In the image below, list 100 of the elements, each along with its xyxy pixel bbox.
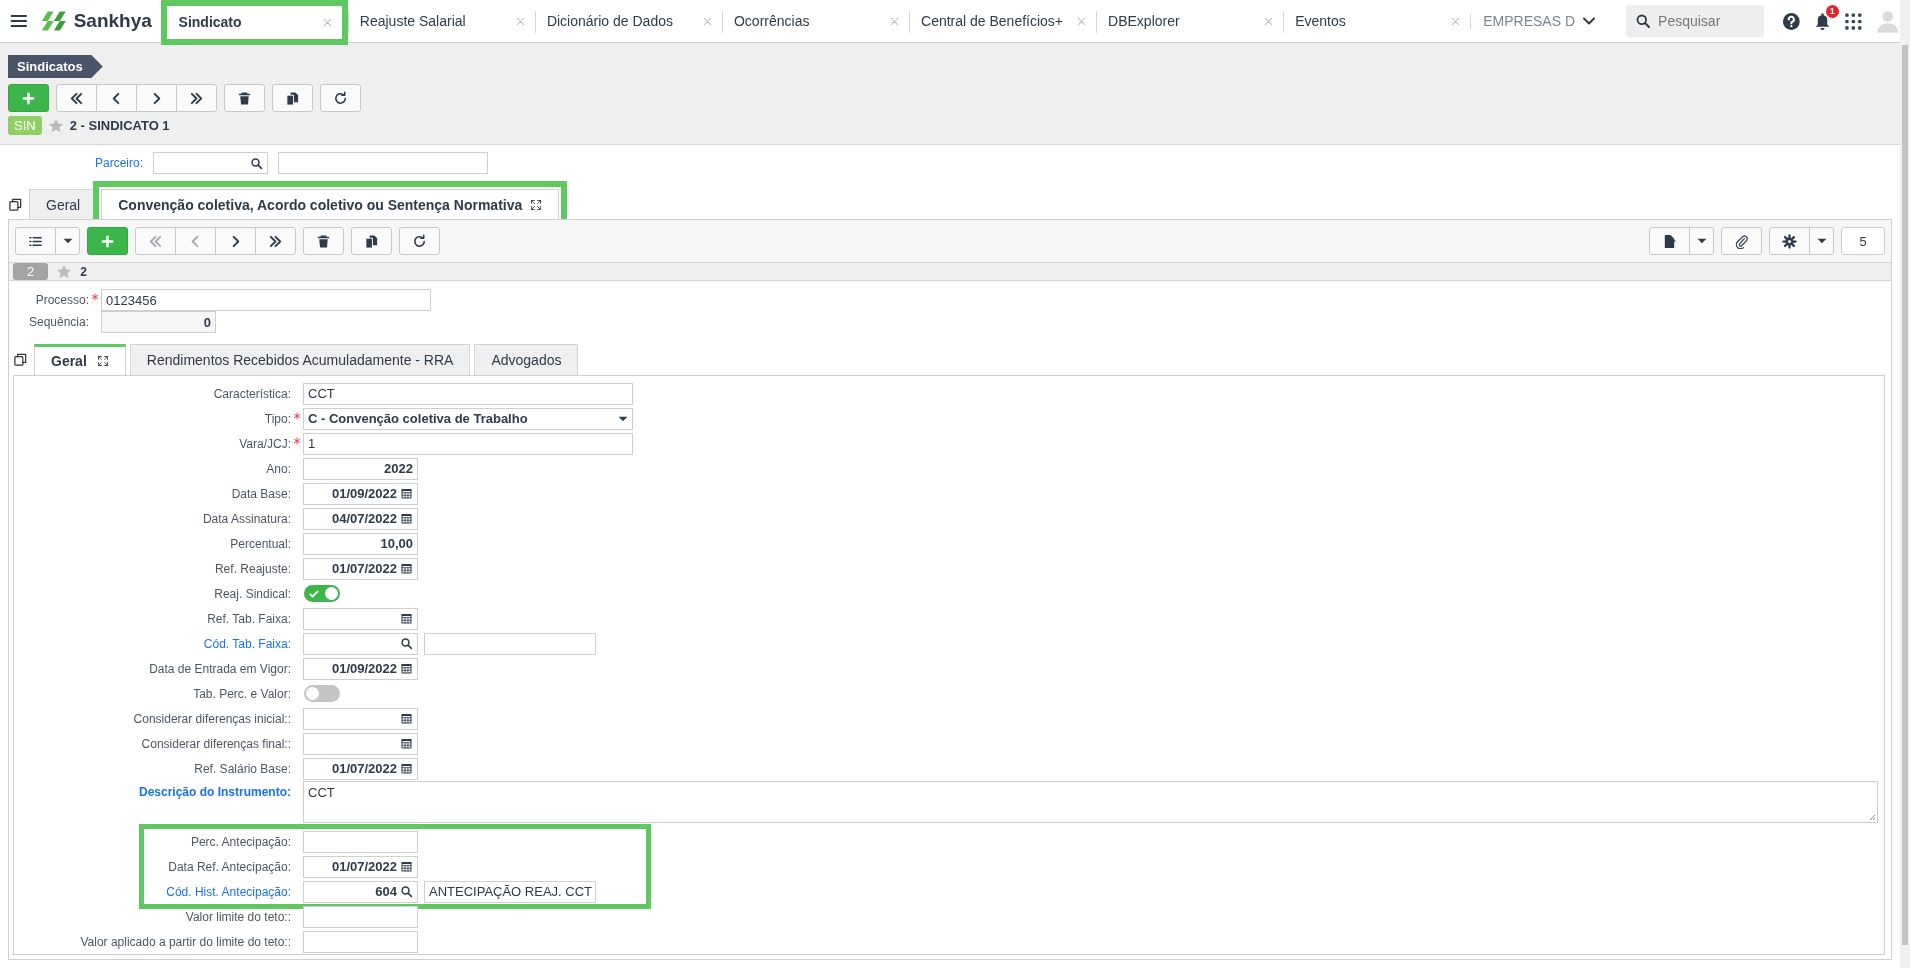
- duplicate-button[interactable]: [272, 84, 313, 112]
- field-label: Considerar diferenças inicial::: [132, 711, 291, 726]
- attachment-button[interactable]: [1721, 227, 1762, 255]
- select-field[interactable]: C - Convenção coletiva de Trabalho: [303, 407, 633, 430]
- input-field[interactable]: 2022: [303, 457, 418, 480]
- search-icon[interactable]: [400, 637, 413, 650]
- field-label: Processo:: [34, 293, 89, 307]
- calendar-icon[interactable]: [400, 562, 413, 575]
- refresh-button[interactable]: [320, 84, 361, 112]
- field-label: Valor aplicado a partir do limite do teto::: [79, 934, 291, 949]
- favorite-star-icon[interactable]: [47, 117, 64, 134]
- input-field[interactable]: [303, 830, 418, 853]
- delete-button[interactable]: [224, 84, 265, 112]
- lookup-field[interactable]: 604: [303, 880, 418, 903]
- app-tab[interactable]: Dicionário de Dados: [534, 0, 722, 43]
- lookup-field[interactable]: [153, 152, 268, 174]
- scrollbar[interactable]: [1900, 0, 1910, 968]
- first-record-button[interactable]: [56, 84, 97, 112]
- windows-icon[interactable]: [8, 196, 23, 212]
- input-field[interactable]: [303, 905, 418, 928]
- form-tab[interactable]: Geral: [34, 344, 126, 375]
- lookup-field[interactable]: [303, 632, 418, 655]
- input-field[interactable]: 0123456: [101, 289, 431, 311]
- settings-button[interactable]: [1769, 227, 1810, 255]
- calendar-icon[interactable]: [400, 737, 413, 750]
- help-icon[interactable]: [1782, 11, 1801, 31]
- search-icon[interactable]: [250, 156, 263, 170]
- favorite-star-icon[interactable]: [56, 263, 73, 280]
- calendar-icon[interactable]: [400, 512, 413, 525]
- date-field[interactable]: [303, 607, 418, 630]
- search-icon[interactable]: [1635, 13, 1652, 29]
- first-icon: [148, 233, 163, 249]
- calendar-icon[interactable]: [400, 860, 413, 873]
- company-selector[interactable]: EMPRESAS D: [1470, 13, 1607, 29]
- duplicate-button[interactable]: [351, 227, 392, 255]
- app-tab[interactable]: Ocorrências: [721, 0, 909, 43]
- app-tab[interactable]: Sindicato: [160, 0, 348, 45]
- search-field[interactable]: Pesquisar: [1626, 5, 1765, 37]
- grid-view-button[interactable]: [15, 227, 56, 255]
- add-button[interactable]: [8, 84, 49, 112]
- date-field[interactable]: 01/09/2022: [303, 482, 418, 505]
- export-button[interactable]: [1649, 227, 1690, 255]
- entity-badge: SIN: [8, 116, 42, 135]
- windows-icon[interactable]: [13, 352, 28, 367]
- app-tab[interactable]: Central de Benefícios+: [909, 0, 1097, 43]
- calendar-icon[interactable]: [400, 662, 413, 675]
- dropdown-button[interactable]: [55, 227, 80, 255]
- form-tab[interactable]: Rendimentos Recebidos Acumuladamente - RRA: [129, 344, 471, 375]
- expand-icon[interactable]: [96, 355, 109, 367]
- app-tab[interactable]: Eventos: [1283, 0, 1471, 43]
- calendar-icon[interactable]: [400, 487, 413, 500]
- calendar-icon[interactable]: [400, 612, 413, 625]
- dropdown-button[interactable]: [1689, 227, 1714, 255]
- date-field[interactable]: 04/07/2022: [303, 507, 418, 530]
- date-field[interactable]: [303, 732, 418, 755]
- text-area[interactable]: CCT: [303, 781, 1878, 823]
- date-field[interactable]: 01/09/2022: [303, 657, 418, 680]
- trash-icon: [237, 90, 252, 106]
- input-field[interactable]: [303, 930, 418, 953]
- last-icon: [189, 90, 204, 106]
- breadcrumb[interactable]: Sindicatos: [8, 55, 103, 78]
- calendar-icon[interactable]: [400, 712, 413, 725]
- apps-icon[interactable]: [1843, 11, 1863, 31]
- field-label: Ref. Salário Base:: [193, 761, 291, 776]
- delete-button[interactable]: [303, 227, 344, 255]
- field-label[interactable]: Descrição do Instrumento:: [14, 781, 291, 799]
- field-label: Sequência:: [27, 315, 89, 329]
- next-button[interactable]: [215, 227, 256, 255]
- input-field[interactable]: 1: [303, 432, 633, 455]
- date-field[interactable]: [303, 707, 418, 730]
- next-button[interactable]: [136, 84, 177, 112]
- dropdown-button[interactable]: [1809, 227, 1834, 255]
- field-label[interactable]: Parceiro:: [8, 156, 143, 170]
- expand-icon[interactable]: [530, 198, 543, 211]
- caret-icon: [62, 238, 73, 244]
- date-field[interactable]: 01/07/2022: [303, 557, 418, 580]
- date-field[interactable]: 01/07/2022: [303, 757, 418, 780]
- add-button[interactable]: [87, 227, 128, 255]
- menu-icon[interactable]: [10, 12, 28, 30]
- trash-icon: [316, 233, 331, 249]
- input-field[interactable]: 10,00: [303, 532, 418, 555]
- field-label[interactable]: Cód. Tab. Faixa:: [14, 636, 291, 651]
- refresh-button[interactable]: [399, 227, 440, 255]
- previous-button[interactable]: [96, 84, 137, 112]
- field-label: Data de Entrada em Vigor:: [148, 661, 291, 676]
- input-field[interactable]: CCT: [303, 382, 633, 405]
- field-label[interactable]: Cód. Hist. Antecipação:: [144, 884, 291, 899]
- calendar-icon[interactable]: [400, 762, 413, 775]
- app-tab[interactable]: Reajuste Salarial: [347, 0, 535, 43]
- date-field[interactable]: 01/07/2022: [303, 855, 418, 878]
- toggle-switch[interactable]: [304, 685, 340, 702]
- last-icon: [268, 233, 283, 249]
- form-tab[interactable]: Advogados: [474, 344, 579, 375]
- resize-grip-icon[interactable]: [1868, 813, 1876, 821]
- search-icon[interactable]: [400, 885, 413, 898]
- copy-icon: [364, 233, 379, 249]
- last-record-button[interactable]: [255, 227, 296, 255]
- app-tab[interactable]: DBExplorer: [1096, 0, 1284, 43]
- toggle-switch[interactable]: [304, 585, 340, 602]
- last-record-button[interactable]: [176, 84, 217, 112]
